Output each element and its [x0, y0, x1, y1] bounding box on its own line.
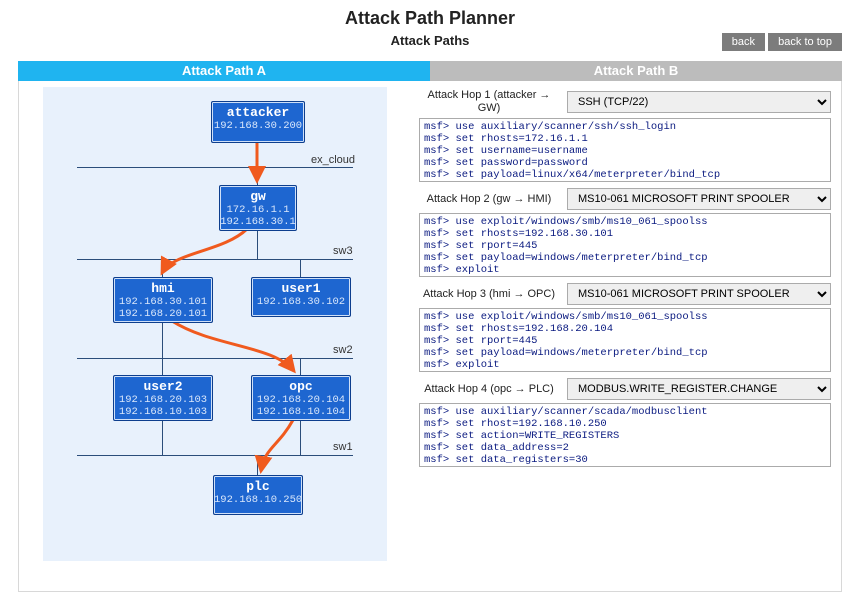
- hop-label: Attack Hop 3 (hmi → OPC): [419, 288, 559, 301]
- hop-code[interactable]: msf> use auxiliary/scanner/ssh/ssh_login…: [419, 118, 831, 182]
- node-ip: 192.168.20.104: [252, 394, 350, 406]
- tab-attack-path-a[interactable]: Attack Path A: [18, 61, 430, 81]
- hop-label: Attack Hop 1 (attacker → GW): [419, 89, 559, 115]
- top-bar: Attack Paths back back to top: [0, 33, 860, 61]
- page-title: Attack Path Planner: [0, 8, 860, 29]
- node-plc: plc 192.168.10.250: [213, 475, 303, 515]
- conn-attacker: [257, 142, 258, 167]
- node-hmi: hmi 192.168.30.101 192.168.20.101: [113, 277, 213, 323]
- node-user2: user2 192.168.20.103 192.168.10.103: [113, 375, 213, 421]
- conn-gw-bot: [257, 229, 258, 259]
- node-gw: gw 172.16.1.1 192.168.30.1: [219, 185, 297, 231]
- node-user1: user1 192.168.30.102: [251, 277, 351, 317]
- node-ip: 172.16.1.1: [220, 204, 296, 216]
- conn-user2-bot: [162, 420, 163, 455]
- seg-line-sw2: [77, 358, 353, 359]
- node-ip: 192.168.30.200: [212, 120, 304, 132]
- hop-select[interactable]: SSH (TCP/22): [567, 91, 831, 113]
- node-opc: opc 192.168.20.104 192.168.10.104: [251, 375, 351, 421]
- hop-code[interactable]: msf> use auxiliary/scanner/scada/modbusc…: [419, 403, 831, 467]
- hop-4: Attack Hop 4 (opc → PLC) MODBUS.WRITE_RE…: [419, 378, 831, 467]
- node-name: user2: [114, 376, 212, 394]
- conn-hmi-top: [162, 259, 163, 277]
- seg-line-sw3: [77, 259, 353, 260]
- hop-select[interactable]: MODBUS.WRITE_REGISTER.CHANGE: [567, 378, 831, 400]
- hop-select[interactable]: MS10-061 MICROSOFT PRINT SPOOLER: [567, 283, 831, 305]
- back-button[interactable]: back: [722, 33, 765, 51]
- content: ex_cloud sw3 sw2 sw1: [18, 81, 842, 592]
- node-ip: 192.168.20.103: [114, 394, 212, 406]
- node-name: attacker: [212, 102, 304, 120]
- node-name: gw: [220, 186, 296, 204]
- seg-line-ex-cloud: [77, 167, 353, 168]
- node-name: hmi: [114, 278, 212, 296]
- node-ip: 192.168.10.103: [114, 406, 212, 418]
- hop-code[interactable]: msf> use exploit/windows/smb/ms10_061_sp…: [419, 213, 831, 277]
- conn-opc-top: [300, 358, 301, 375]
- node-ip: 192.168.30.1: [220, 216, 296, 228]
- conn-plc-top: [257, 455, 258, 475]
- hop-label: Attack Hop 2 (gw → HMI): [419, 193, 559, 206]
- hop-code[interactable]: msf> use exploit/windows/smb/ms10_061_sp…: [419, 308, 831, 372]
- conn-gw-top: [257, 167, 258, 185]
- back-to-top-button[interactable]: back to top: [768, 33, 842, 51]
- hop-3: Attack Hop 3 (hmi → OPC) MS10-061 MICROS…: [419, 283, 831, 372]
- conn-hmi-bot: [162, 321, 163, 358]
- hop-label: Attack Hop 4 (opc → PLC): [419, 383, 559, 396]
- tab-attack-path-b[interactable]: Attack Path B: [430, 61, 842, 81]
- diagram-panel: ex_cloud sw3 sw2 sw1: [19, 81, 411, 591]
- hops-panel: Attack Hop 1 (attacker → GW) SSH (TCP/22…: [411, 81, 841, 591]
- node-ip: 192.168.30.102: [252, 296, 350, 308]
- node-name: opc: [252, 376, 350, 394]
- conn-user1-top: [300, 259, 301, 277]
- seg-label-sw1: sw1: [333, 441, 353, 453]
- conn-user2-top: [162, 358, 163, 375]
- node-attacker: attacker 192.168.30.200: [211, 101, 305, 143]
- tabs: Attack Path A Attack Path B: [18, 61, 842, 81]
- node-ip: 192.168.20.101: [114, 308, 212, 320]
- node-ip: 192.168.10.250: [214, 494, 302, 506]
- seg-label-ex-cloud: ex_cloud: [311, 154, 355, 166]
- node-name: user1: [252, 278, 350, 296]
- node-name: plc: [214, 476, 302, 494]
- conn-opc-bot: [300, 420, 301, 455]
- hop-1: Attack Hop 1 (attacker → GW) SSH (TCP/22…: [419, 89, 831, 182]
- node-ip: 192.168.10.104: [252, 406, 350, 418]
- network-diagram: ex_cloud sw3 sw2 sw1: [43, 87, 387, 561]
- node-ip: 192.168.30.101: [114, 296, 212, 308]
- seg-line-sw1: [77, 455, 353, 456]
- hop-2: Attack Hop 2 (gw → HMI) MS10-061 MICROSO…: [419, 188, 831, 277]
- hop-select[interactable]: MS10-061 MICROSOFT PRINT SPOOLER: [567, 188, 831, 210]
- seg-label-sw3: sw3: [333, 245, 353, 257]
- seg-label-sw2: sw2: [333, 344, 353, 356]
